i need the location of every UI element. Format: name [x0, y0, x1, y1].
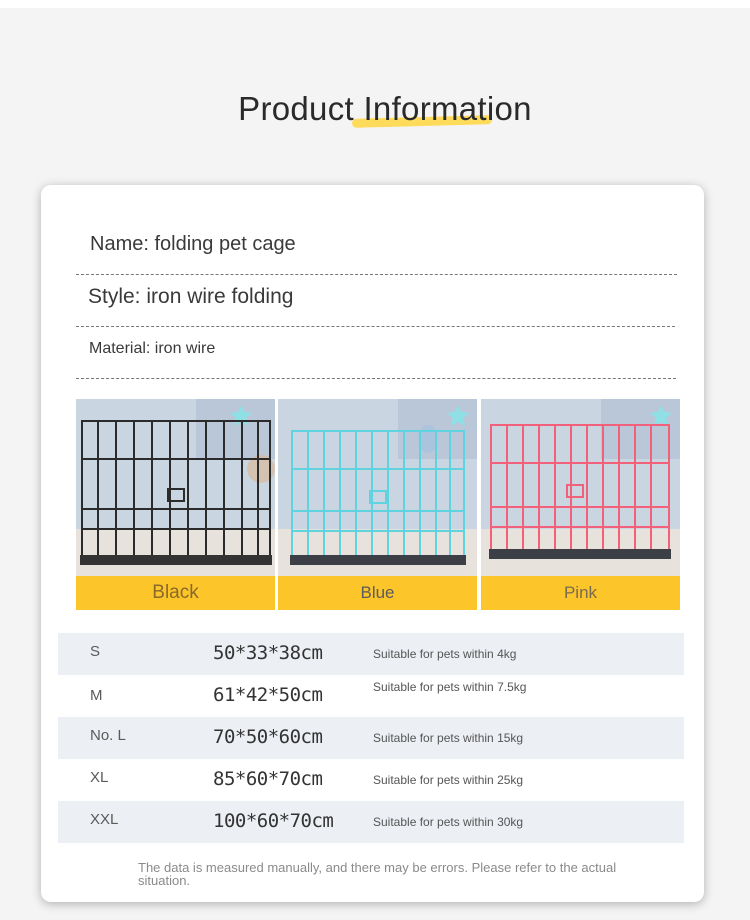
product-style: Style: iron wire folding — [76, 285, 675, 327]
size-dimensions: 100*60*70cm — [213, 810, 334, 832]
size-label: M — [90, 687, 103, 704]
size-label: XL — [90, 769, 109, 786]
product-info-card: Name: folding pet cage Style: iron wire … — [41, 185, 704, 902]
product-name: Name: folding pet cage — [76, 233, 677, 275]
size-label: S — [90, 643, 101, 660]
product-material: Material: iron wire — [76, 340, 676, 379]
top-band — [0, 0, 750, 8]
size-row-xl: XL 85*60*70cm Suitable for pets within 2… — [58, 759, 684, 801]
size-weight-note: Suitable for pets within 25kg — [373, 773, 524, 787]
black-cage-image — [76, 399, 275, 576]
color-label-pink: Pink — [481, 576, 680, 610]
size-dimensions: 61*42*50cm — [213, 684, 323, 706]
size-dimensions: 70*50*60cm — [213, 726, 323, 748]
size-row-s: S 50*33*38cm Suitable for pets within 4k… — [58, 633, 684, 675]
color-option-blue[interactable]: Blue — [278, 399, 477, 610]
size-weight-note: Suitable for pets within 15kg — [373, 731, 524, 745]
size-row-m: M 61*42*50cm Suitable for pets within 7.… — [58, 675, 684, 717]
color-option-black[interactable]: Black — [76, 399, 275, 610]
size-weight-note: Suitable for pets within 7.5kg — [373, 680, 527, 694]
size-dimensions: 50*33*38cm — [213, 642, 323, 664]
measurement-disclaimer: The data is measured manually, and there… — [138, 860, 617, 888]
color-label-black: Black — [76, 576, 275, 610]
color-label-blue: Blue — [278, 576, 477, 610]
pink-cage-image — [481, 399, 680, 576]
size-row-l: No. L 70*50*60cm Suitable for pets withi… — [58, 717, 684, 759]
size-label: No. L — [90, 727, 126, 744]
size-weight-note: Suitable for pets within 4kg — [373, 647, 517, 661]
color-option-pink[interactable]: Pink — [481, 399, 680, 610]
page-title: Product Information — [238, 90, 532, 127]
size-dimensions: 85*60*70cm — [213, 768, 323, 790]
size-weight-note: Suitable for pets within 30kg — [373, 815, 524, 829]
size-row-xxl: XXL 100*60*70cm Suitable for pets within… — [58, 801, 684, 843]
blue-cage-image — [278, 399, 477, 576]
title-area: Product Information — [0, 80, 750, 150]
size-label: XXL — [90, 811, 119, 828]
